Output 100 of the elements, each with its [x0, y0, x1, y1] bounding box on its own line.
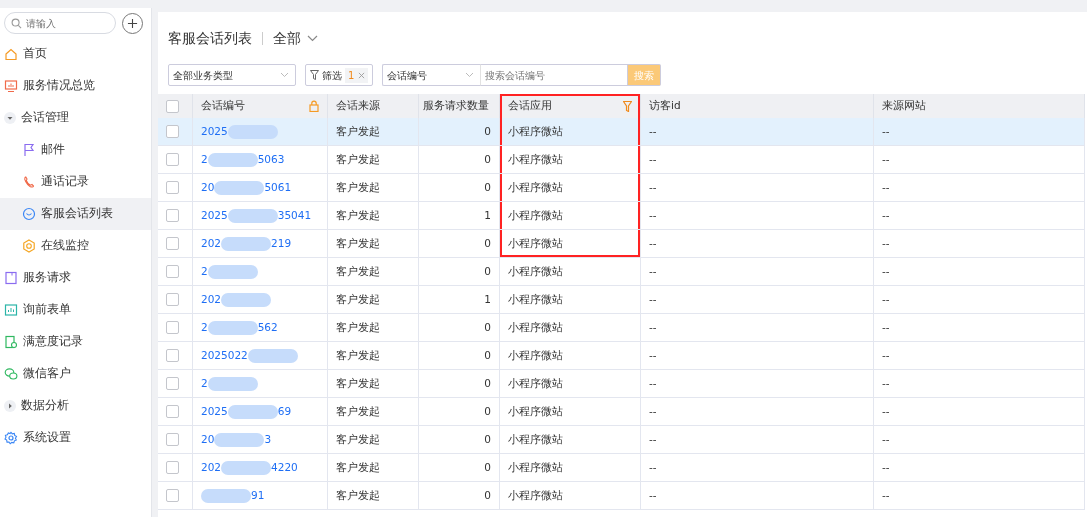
monitor-icon — [4, 79, 18, 93]
nav-item[interactable]: 询前表单 — [0, 294, 151, 326]
row-checkbox[interactable] — [166, 237, 179, 250]
table-cell-text: 客户发起 — [336, 319, 380, 335]
table-cell-text: -- — [882, 235, 890, 251]
add-button[interactable] — [122, 12, 143, 34]
search-field-select[interactable]: 会话编号 — [382, 64, 481, 86]
chart-icon — [4, 303, 18, 317]
table-cell-text: -- — [649, 151, 657, 167]
row-checkbox[interactable] — [166, 433, 179, 446]
scope-dropdown[interactable]: 全部 — [273, 27, 318, 49]
session-id-link[interactable]: 20 5061 — [201, 179, 292, 196]
hexagon-icon — [22, 239, 36, 253]
chevron-down-icon — [280, 72, 289, 78]
row-checkbox[interactable] — [166, 153, 179, 166]
table-cell-text: 小程序微站 — [508, 151, 563, 167]
row-checkbox[interactable] — [166, 181, 179, 194]
nav-item[interactable]: 数据分析 — [0, 390, 151, 422]
table-cell-text: -- — [649, 319, 657, 335]
nav-item[interactable]: 服务情况总览 — [0, 70, 151, 102]
table-cell-text: 0 — [484, 403, 491, 419]
phone-icon — [22, 175, 36, 189]
table-cell-text: -- — [649, 291, 657, 307]
table-cell-text: -- — [649, 487, 657, 503]
nav-item[interactable]: 满意度记录 — [0, 326, 151, 358]
table-cell-text: 0 — [484, 179, 491, 195]
nav-item[interactable]: 客服会话列表 — [0, 198, 151, 230]
table-cell-text: -- — [649, 347, 657, 363]
column-header[interactable]: 来源网站 — [882, 98, 926, 114]
row-checkbox[interactable] — [166, 125, 179, 138]
filter-icon — [310, 70, 319, 80]
table-cell-text: -- — [649, 123, 657, 139]
row-checkbox[interactable] — [166, 461, 179, 474]
row-checkbox[interactable] — [166, 405, 179, 418]
table-cell-text: 小程序微站 — [508, 263, 563, 279]
column-header[interactable]: 访客id — [649, 98, 681, 114]
table-cell-text: -- — [649, 179, 657, 195]
table-cell-text: 1 — [484, 291, 491, 307]
table-cell-text: 客户发起 — [336, 263, 380, 279]
nav-item[interactable]: 微信客户 — [0, 358, 151, 390]
table-cell-text: 1 — [484, 207, 491, 223]
filter-count: 1 — [348, 68, 355, 83]
page-title: 客服会话列表 — [168, 28, 252, 48]
lock-icon — [309, 100, 319, 112]
select-all-checkbox[interactable] — [166, 99, 179, 113]
row-checkbox[interactable] — [166, 209, 179, 222]
nav-item[interactable]: 系统设置 — [0, 422, 151, 454]
table-cell-text: -- — [649, 431, 657, 447]
close-icon — [358, 71, 366, 79]
plus-icon — [127, 17, 138, 29]
table-cell-text: 客户发起 — [336, 459, 380, 475]
table-cell-text: 0 — [484, 319, 491, 335]
table-cell-text: 客户发起 — [336, 235, 380, 251]
row-checkbox[interactable] — [166, 265, 179, 278]
table-cell-text: -- — [882, 375, 890, 391]
business-type-select[interactable]: 全部业务类型 — [168, 64, 296, 86]
table-cell-text: -- — [882, 263, 890, 279]
caret-down-icon — [4, 112, 16, 124]
table-cell-text: 客户发起 — [336, 403, 380, 419]
session-id-link[interactable]: 2025 69 — [201, 403, 292, 420]
table-cell-text: -- — [882, 487, 890, 503]
session-id-link[interactable]: 202 4220 — [201, 459, 298, 476]
search-input[interactable]: 搜索会话编号 — [480, 64, 629, 86]
row-checkbox[interactable] — [166, 293, 179, 306]
table-cell-text: 小程序微站 — [508, 179, 563, 195]
table-cell-text: -- — [882, 123, 890, 139]
row-checkbox[interactable] — [166, 321, 179, 334]
table-cell-text: 0 — [484, 151, 491, 167]
session-id-link[interactable]: 202 219 — [201, 235, 292, 252]
nav-item[interactable]: 通话记录 — [0, 166, 151, 198]
filter-button[interactable]: 筛选 1 — [305, 64, 374, 86]
table-cell-text: 0 — [484, 375, 491, 391]
chevron-down-icon — [465, 72, 475, 78]
nav-item[interactable]: 服务请求 — [0, 262, 151, 294]
session-id-link[interactable]: 2025022 — [201, 347, 298, 364]
table-cell-text: 0 — [484, 431, 491, 447]
table-cell-text: 客户发起 — [336, 431, 380, 447]
session-id-link[interactable]: 2025 35041 — [201, 207, 312, 224]
row-checkbox[interactable] — [166, 377, 179, 390]
table-cell-text: -- — [649, 263, 657, 279]
nav-item[interactable]: 首页 — [0, 38, 151, 70]
table-cell-text: 客户发起 — [336, 291, 380, 307]
table-cell-text: 0 — [484, 487, 491, 503]
row-checkbox[interactable] — [166, 489, 179, 502]
table-cell-text: 客户发起 — [336, 375, 380, 391]
table-cell-text: -- — [882, 403, 890, 419]
table-cell-text: 小程序微站 — [508, 207, 563, 223]
table-cell-text: -- — [649, 235, 657, 251]
nav-item[interactable]: 邮件 — [0, 134, 151, 166]
chat-icon — [22, 207, 36, 221]
table-cell-text: -- — [882, 347, 890, 363]
table-cell-text: 0 — [484, 235, 491, 251]
flag-icon — [22, 143, 36, 157]
row-checkbox[interactable] — [166, 349, 179, 362]
nav-item[interactable]: 会话管理 — [0, 102, 151, 134]
table-cell-text: 客户发起 — [336, 179, 380, 195]
table-cell-text: -- — [882, 431, 890, 447]
table-cell-text: -- — [882, 179, 890, 195]
nav-item[interactable]: 在线监控 — [0, 230, 151, 262]
table-cell-text: -- — [882, 207, 890, 223]
